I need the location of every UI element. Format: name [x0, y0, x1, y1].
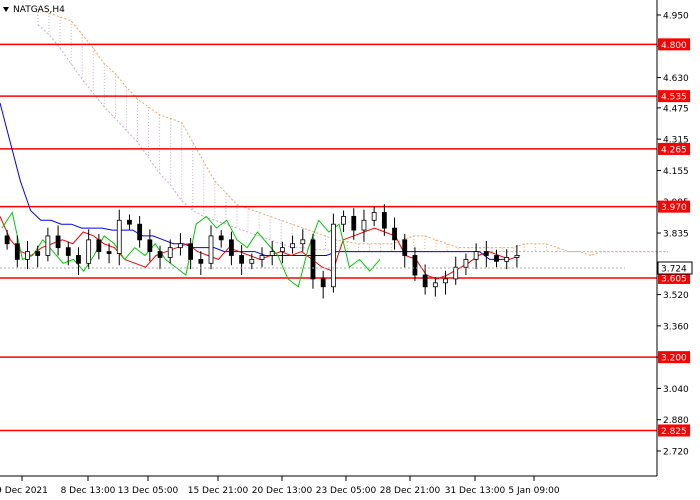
level-label: 4.265 — [661, 145, 687, 155]
candle-body — [392, 227, 397, 241]
y-tick-label: 3.360 — [663, 322, 689, 332]
x-tick-label: 23 Dec 05:00 — [316, 486, 377, 496]
current-price-label: 3.724 — [661, 265, 687, 275]
candle-body — [188, 243, 194, 260]
candle-body — [116, 219, 122, 254]
candle-body — [453, 266, 459, 280]
current-price-marker: 3.724 — [657, 261, 693, 275]
y-tick-label: 4.155 — [663, 167, 689, 177]
candle-body — [86, 239, 92, 264]
candle-body — [249, 258, 255, 264]
candle-body — [106, 251, 112, 254]
candle-body — [300, 239, 306, 245]
x-tick-label: 28 Dec 21:00 — [380, 486, 441, 496]
candle-body — [412, 255, 418, 276]
candle-body — [494, 255, 499, 262]
candle-body — [127, 219, 132, 225]
candle-body — [45, 235, 51, 256]
candle-body — [463, 258, 469, 268]
candle-body — [402, 239, 408, 256]
candle-body — [218, 235, 224, 241]
candle-body — [178, 243, 183, 249]
candle-body — [514, 255, 520, 258]
candle-body — [259, 255, 265, 260]
level-label: 4.535 — [661, 93, 687, 103]
x-tick-label: 8 Dec 13:00 — [61, 486, 116, 496]
candle-body — [483, 251, 489, 256]
y-tick-label: 3.040 — [663, 385, 689, 395]
x-tick-label: 9 Dec 2021 — [0, 486, 48, 496]
symbol-header: NATGAS,H4 — [3, 5, 65, 15]
level-label: 3.605 — [661, 274, 687, 284]
candle-body — [443, 278, 448, 284]
candle-body — [198, 258, 204, 264]
candle-body — [229, 239, 234, 256]
y-tick-label: 4.630 — [663, 74, 689, 84]
candle-body — [504, 257, 510, 262]
candle-body — [290, 243, 295, 249]
candle-body — [147, 239, 153, 252]
candle-body — [65, 247, 71, 256]
x-tick-label: 5 Jan 09:00 — [508, 486, 560, 496]
candle-body — [25, 251, 30, 260]
candle-body — [371, 212, 377, 221]
candle-body — [4, 235, 10, 245]
candle-body — [320, 278, 326, 288]
candle-body — [167, 247, 173, 258]
candle-body — [96, 239, 102, 252]
level-label: 3.970 — [661, 203, 687, 213]
candle-body — [14, 243, 20, 260]
symbol-label: NATGAS,H4 — [13, 5, 65, 15]
candle-body — [157, 251, 163, 258]
candle-body — [269, 251, 275, 256]
x-tick-label: 13 Dec 05:00 — [118, 486, 179, 496]
candle-body — [473, 251, 479, 260]
candle-body — [361, 219, 367, 231]
y-tick-label: 2.720 — [663, 448, 689, 458]
candle-body — [381, 212, 387, 229]
candle-body — [137, 223, 143, 241]
chart-canvas: 4.9504.7904.6304.4754.3154.1553.9953.835… — [0, 0, 700, 500]
x-tick-label: 15 Dec 21:00 — [188, 486, 249, 496]
x-tick-label: 31 Dec 13:00 — [445, 486, 506, 496]
candle-body — [310, 239, 316, 280]
candle-body — [432, 282, 438, 288]
level-label: 3.200 — [661, 354, 687, 364]
candle-body — [239, 255, 245, 264]
candle-body — [55, 235, 61, 249]
candle-body — [76, 255, 81, 264]
level-label: 4.800 — [661, 41, 687, 51]
y-tick-label: 4.950 — [663, 12, 689, 22]
candle-body — [35, 251, 41, 256]
candle-body — [351, 215, 357, 231]
x-tick-label: 20 Dec 13:00 — [252, 486, 313, 496]
candle-body — [341, 215, 346, 225]
y-tick-label: 3.520 — [663, 291, 689, 301]
candle-body — [330, 223, 336, 288]
candle-body — [422, 274, 428, 288]
level-label: 2.825 — [661, 427, 687, 437]
candle-body — [208, 235, 214, 264]
y-tick-label: 3.835 — [663, 230, 689, 240]
y-tick-label: 4.475 — [663, 104, 689, 114]
candle-body — [279, 247, 285, 252]
